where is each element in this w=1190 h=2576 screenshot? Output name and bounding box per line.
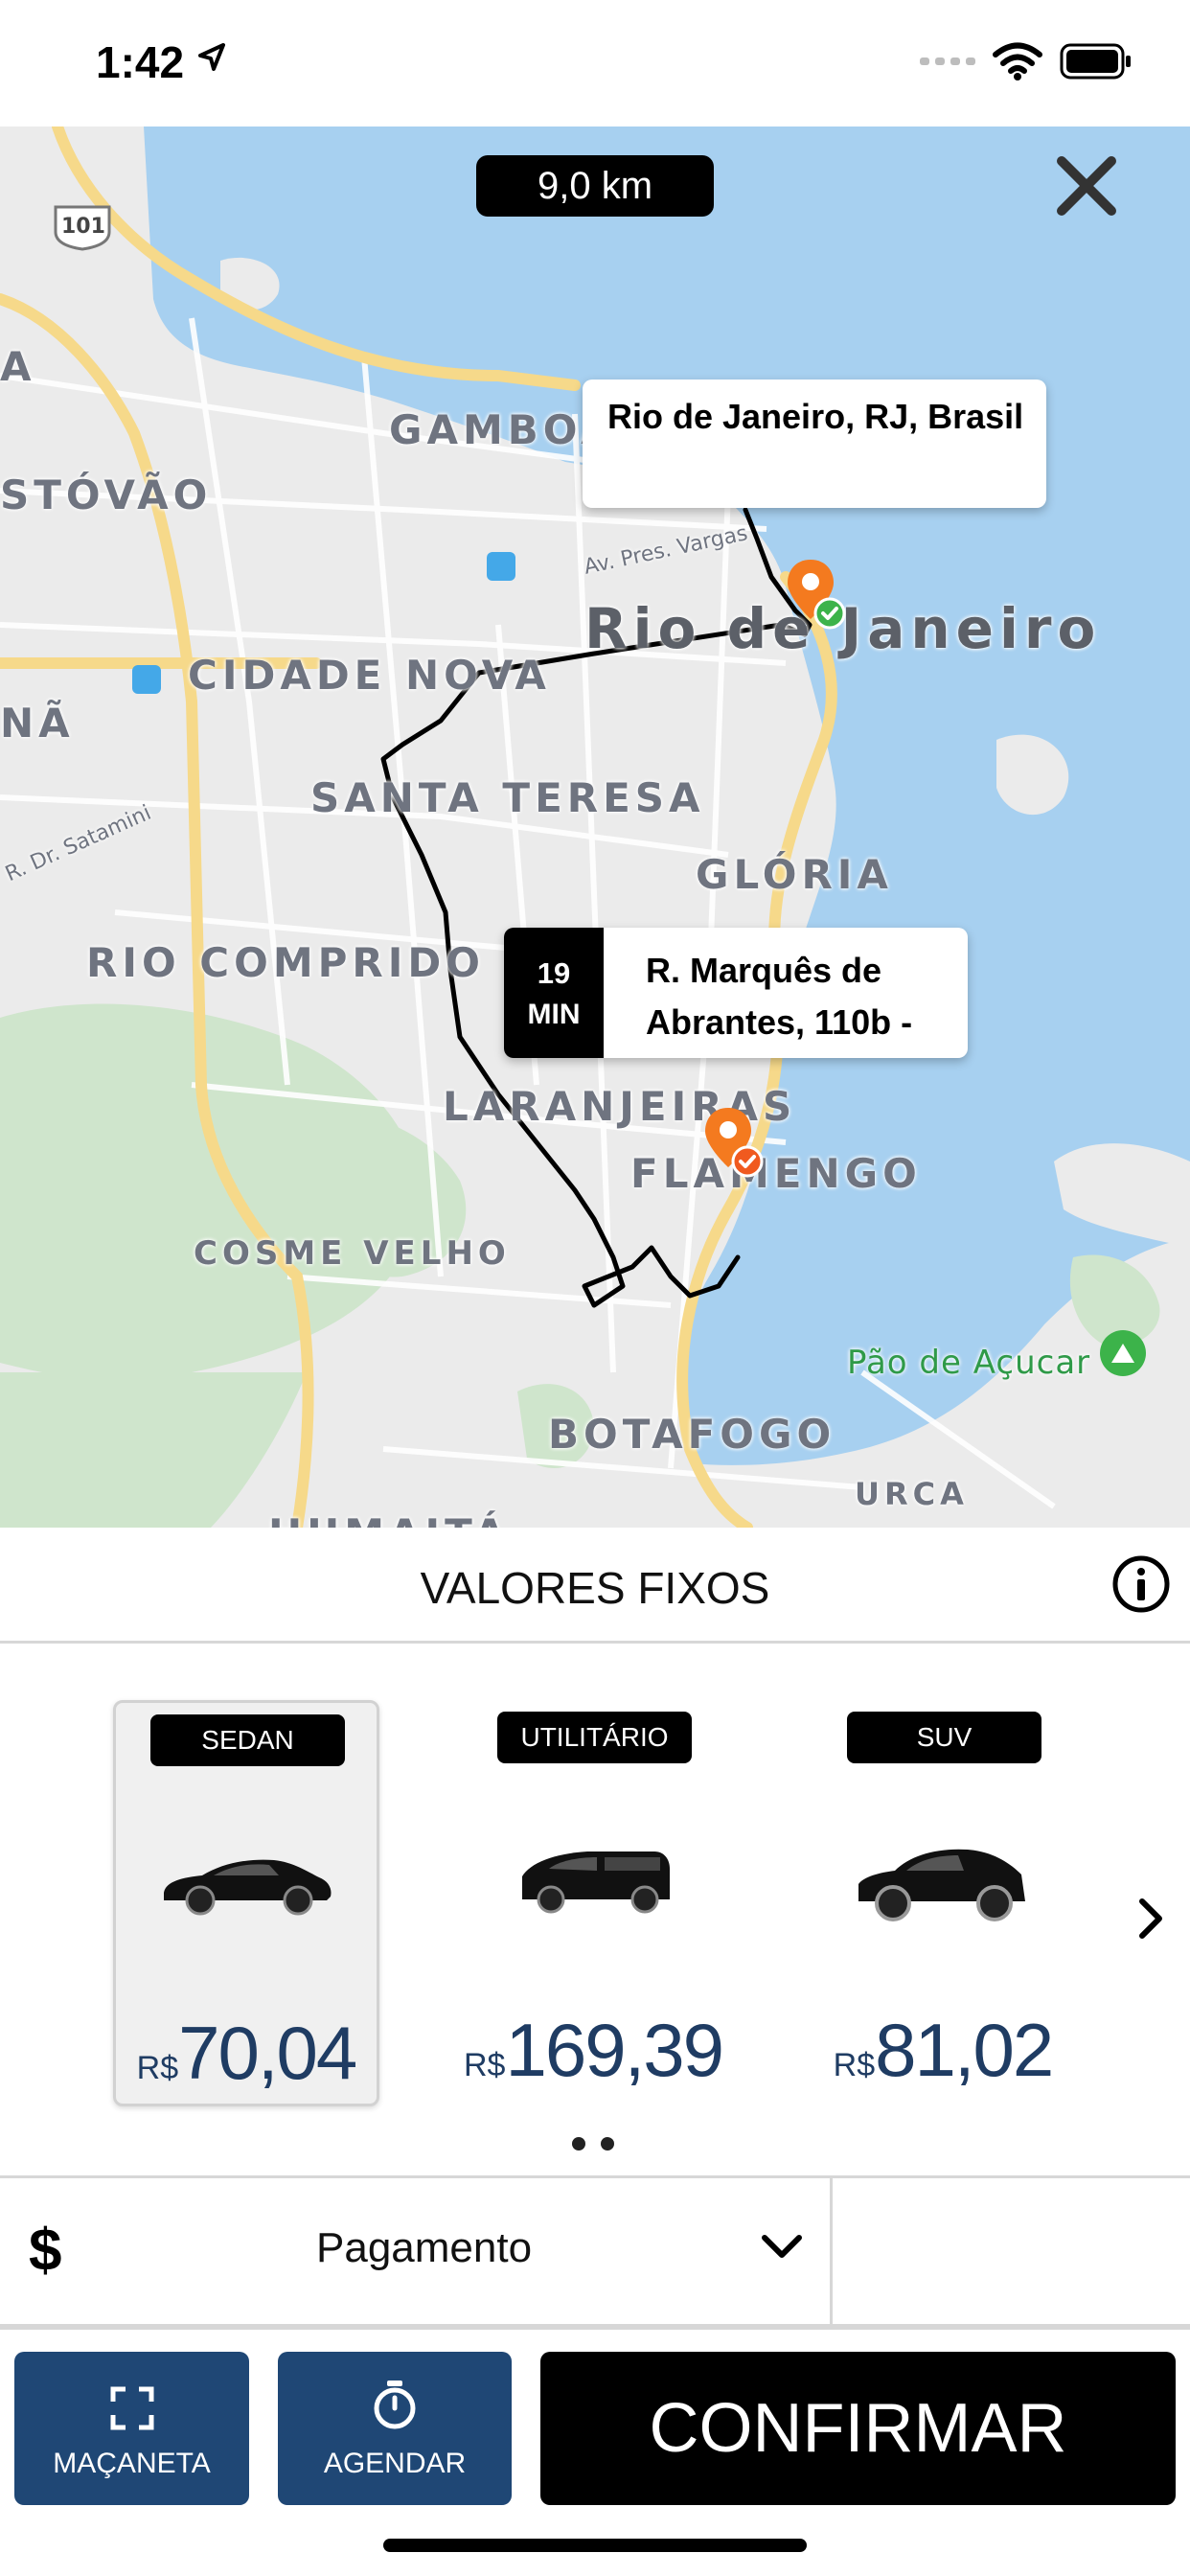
map-label-humaita: HUMAITÁ xyxy=(268,1510,510,1528)
location-arrow-icon xyxy=(198,43,225,71)
destination-address: Rio de Janeiro, RJ, Brasil xyxy=(607,397,1024,436)
payment-divider xyxy=(830,2178,833,2324)
van-icon xyxy=(522,1852,670,1914)
wifi-icon xyxy=(993,42,1042,80)
home-indicator[interactable] xyxy=(383,2539,807,2552)
battery-icon xyxy=(1060,43,1131,80)
price-value: 81,02 xyxy=(875,2008,1054,2092)
map-label-pao-de-acucar: Pão de Açucar xyxy=(847,1344,1091,1382)
page-dot xyxy=(601,2137,614,2150)
map-label-rio-comprido: RIO COMPRIDO xyxy=(86,939,485,986)
map-label-urca: URCA xyxy=(855,1476,969,1512)
signal-icon xyxy=(920,58,975,65)
status-time: 1:42 xyxy=(96,37,185,87)
map-label-gloria: GLÓRIA xyxy=(696,851,893,898)
expand-frame-icon xyxy=(110,2386,153,2430)
vehicle-option-suv[interactable]: SUV R$81,02 xyxy=(812,1700,1073,2101)
map-label-santa-teresa: SANTA TERESA xyxy=(310,774,705,821)
map-label-edge-na: NÃ xyxy=(0,700,75,747)
suv-icon xyxy=(858,1849,1025,1921)
vehicle-type-badge: UTILITÁRIO xyxy=(497,1712,692,1763)
page-dot xyxy=(572,2137,585,2150)
confirm-button[interactable]: CONFIRMAR xyxy=(540,2352,1176,2505)
schedule-label: AGENDAR xyxy=(323,2448,467,2479)
sedan-car-icon xyxy=(164,1859,332,1916)
map-label-cosme-velho: COSME VELHO xyxy=(194,1234,511,1273)
map-label-edge-a: A xyxy=(0,343,36,390)
map-label-cidade-nova: CIDADE NOVA xyxy=(188,652,551,699)
status-bar: 1:42 xyxy=(0,0,1190,126)
fixed-prices-header: VALORES FIXOS xyxy=(0,1528,1190,1644)
price-value: 169,39 xyxy=(505,2008,724,2092)
highway-number: 101 xyxy=(61,215,105,239)
origin-pin-icon xyxy=(705,1108,764,1178)
map-label-botafogo: BOTAFOGO xyxy=(548,1411,836,1458)
vehicle-price: R$70,04 xyxy=(116,2010,377,2097)
distance-badge: 9,0 km xyxy=(476,155,714,217)
map-label-sao-cristovao: STÓVÃO xyxy=(0,472,213,518)
map-background xyxy=(0,126,1190,1528)
chevron-right-icon[interactable] xyxy=(1136,1898,1165,1940)
destination-pin-icon xyxy=(788,560,846,630)
carousel-page-indicator[interactable] xyxy=(572,2137,614,2150)
origin-callout[interactable]: 19 MIN R. Marquês de Abrantes, 110b - xyxy=(504,928,968,1058)
currency-label: R$ xyxy=(463,2047,506,2083)
origin-address: R. Marquês de Abrantes, 110b - xyxy=(646,951,913,1042)
eta-badge: 19 MIN xyxy=(504,928,604,1058)
close-icon[interactable] xyxy=(1052,151,1121,220)
status-indicators xyxy=(920,42,1133,80)
section-title: VALORES FIXOS xyxy=(420,1563,770,1613)
vehicle-price: R$81,02 xyxy=(812,2007,1073,2094)
vehicle-option-sedan[interactable]: SEDAN R$70,04 xyxy=(113,1700,379,2106)
price-value: 70,04 xyxy=(178,2011,357,2095)
payment-label: Pagamento xyxy=(316,2224,533,2271)
payment-selector[interactable]: $ Pagamento xyxy=(0,2175,1190,2330)
vehicle-price: R$169,39 xyxy=(463,2007,724,2094)
eta-value: 19 xyxy=(537,956,571,990)
macaneta-label: MAÇANETA xyxy=(53,2448,211,2479)
map-label-flamengo: FLAMENGO xyxy=(630,1150,922,1197)
vehicle-option-utilitario[interactable]: UTILITÁRIO R$169,39 xyxy=(463,1700,724,2101)
vehicle-type-badge: SUV xyxy=(847,1712,1041,1763)
chevron-down-icon[interactable] xyxy=(761,2232,803,2261)
macaneta-button[interactable]: MAÇANETA xyxy=(14,2352,249,2505)
destination-callout[interactable]: Rio de Janeiro, RJ, Brasil xyxy=(583,380,1046,508)
vehicle-type-badge: SEDAN xyxy=(150,1714,345,1766)
dollar-icon: $ xyxy=(29,2218,62,2284)
currency-label: R$ xyxy=(833,2047,876,2083)
stopwatch-icon xyxy=(374,2380,416,2429)
route-map[interactable]: 101 GAMBOA STÓVÃO A NÃ Av. Pres. Vargas … xyxy=(0,126,1190,1528)
schedule-button[interactable]: AGENDAR xyxy=(278,2352,512,2505)
currency-label: R$ xyxy=(136,2050,179,2086)
eta-unit: MIN xyxy=(527,999,581,1030)
info-icon[interactable] xyxy=(1111,1554,1171,1614)
